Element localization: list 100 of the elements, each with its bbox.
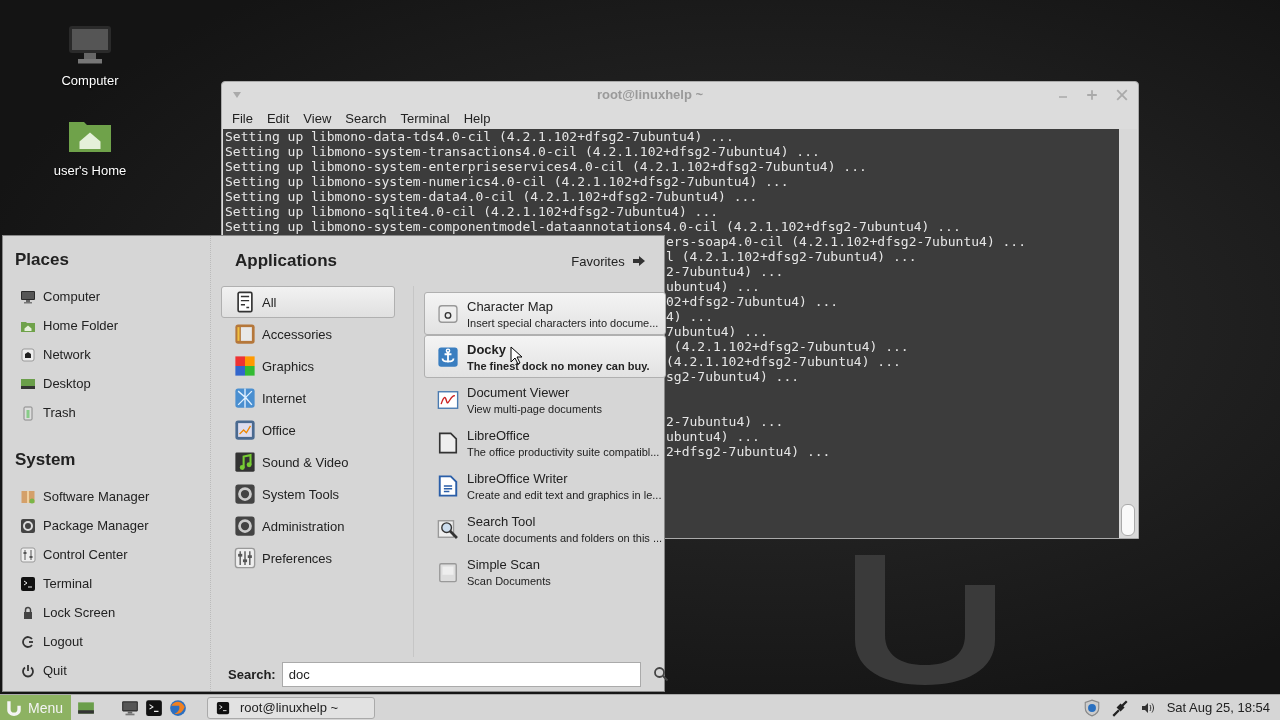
- category-item[interactable]: Preferences: [221, 542, 395, 574]
- app-description: Locate documents and folders on this ...: [467, 531, 663, 544]
- terminal-line: Setting up libmono-system-componentmodel-dataannotations4.0-cil (4.2.1.102+dfsg2-7ubuntu4) ...: [225, 219, 961, 234]
- page-icon: [437, 431, 459, 454]
- menu-item[interactable]: Help: [456, 108, 498, 128]
- menu-entry[interactable]: Home Folder: [15, 311, 185, 340]
- logo: [5, 698, 23, 717]
- category-item[interactable]: Sound & Video: [221, 446, 395, 478]
- scrollbar[interactable]: [1119, 129, 1137, 538]
- app-name: Docky: [467, 341, 507, 357]
- category-item[interactable]: Internet: [221, 382, 395, 414]
- logout-icon: [20, 633, 36, 650]
- application-item[interactable]: Search Tool Locate documents and folders on this ...: [424, 507, 666, 550]
- app-description: Insert special characters into docume...: [467, 316, 659, 329]
- menu-item[interactable]: Edit: [259, 108, 297, 128]
- terminal-line: l (4.2.1.102+dfsg2-7ubuntu4) ...: [666, 249, 917, 264]
- app-name: Simple Scan: [467, 556, 540, 572]
- terminal-line: Setting up libmono-system-transactions4.0-cil (4.2.1.102+dfsg2-7ubuntu4) ...: [225, 144, 820, 159]
- application-item[interactable]: LibreOffice Writer Create and edit text and graphics in le...: [424, 464, 666, 507]
- search-icon[interactable]: [652, 666, 669, 682]
- monitor-icon[interactable]: [121, 698, 140, 717]
- menu-entry[interactable]: Quit: [15, 656, 185, 685]
- menu-entry[interactable]: Computer: [15, 282, 185, 311]
- desktop-icon-label[interactable]: Computer: [61, 73, 119, 88]
- terminal-line: 7ubuntu4) ...: [666, 324, 768, 339]
- menu-item[interactable]: Terminal: [393, 108, 457, 128]
- clock[interactable]: Sat Aug 25, 18:54: [1166, 700, 1270, 715]
- text-document-icon: [437, 474, 459, 497]
- shield-icon[interactable]: [1082, 698, 1101, 717]
- menu-entry[interactable]: Logout: [15, 627, 185, 656]
- app-name: LibreOffice Writer: [467, 470, 568, 486]
- menu-entry[interactable]: Lock Screen: [15, 598, 185, 627]
- app-description: The finest dock no money can buy.: [467, 359, 650, 372]
- category-item[interactable]: Office: [221, 414, 395, 446]
- application-item[interactable]: Docky The finest dock no money can buy.: [424, 335, 666, 378]
- terminal-icon[interactable]: [145, 698, 164, 717]
- sliders-icon: [20, 546, 36, 563]
- chart-icon: [234, 419, 256, 441]
- menu-entry[interactable]: Desktop: [15, 369, 185, 398]
- terminal-line: Setting up libmono-data-tds4.0-cil (4.2.1.102+dfsg2-7ubuntu4) ...: [225, 129, 734, 144]
- search-label: Search:: [228, 666, 276, 682]
- terminal-line: Setting up libmono-system-enterpriseservices4.0-cil (4.2.1.102+dfsg2-7ubuntu4) ...: [225, 159, 867, 174]
- menu-entry[interactable]: Software Manager: [15, 482, 185, 511]
- network-icon: [20, 346, 36, 363]
- application-item[interactable]: Character Map Insert special characters into docume...: [424, 292, 666, 335]
- favorites-button[interactable]: Favorites: [567, 251, 649, 271]
- terminal-line: 2+dfsg2-7ubuntu4) ...: [666, 444, 831, 459]
- terminal-icon: [216, 700, 231, 715]
- keycap-icon: [437, 302, 459, 325]
- category-item[interactable]: All: [221, 286, 395, 318]
- terminal-line: Setting up libmono-sqlite4.0-cil (4.2.1.102+dfsg2-7ubuntu4) ...: [225, 204, 719, 219]
- app-description: Scan Documents: [467, 574, 551, 587]
- terminal-line: ubuntu4) ...: [666, 429, 760, 444]
- app-name: Document Viewer: [467, 384, 570, 400]
- scanner-icon: [437, 560, 459, 583]
- document-icon: [437, 388, 459, 411]
- app-description: The office productivity suite compatibl...: [467, 445, 660, 458]
- terminal-line: (4.2.1.102+dfsg2-7ubuntu4) ...: [666, 354, 901, 369]
- list-icon: [234, 291, 256, 313]
- window-title: root@linuxhelp ~: [595, 87, 705, 102]
- menu-entry[interactable]: Trash: [15, 398, 185, 427]
- terminal-line: ers-soap4.0-cil (4.2.1.102+dfsg2-7ubuntu4) ...: [666, 234, 1027, 249]
- app-name: Search Tool: [467, 513, 536, 529]
- power-icon: [20, 662, 36, 679]
- terminal-line: 4) ...: [666, 309, 713, 324]
- menu-entry[interactable]: Control Center: [15, 540, 185, 569]
- desktop-icon-label[interactable]: user's Home: [53, 163, 127, 178]
- category-item[interactable]: Graphics: [221, 350, 395, 382]
- menu-item[interactable]: File: [225, 108, 260, 128]
- section-heading: Applications: [235, 251, 337, 271]
- monitor-icon: [20, 288, 36, 305]
- color-grid-icon: [234, 355, 256, 377]
- menu-entry[interactable]: Network: [15, 340, 185, 369]
- app-description: Create and edit text and graphics in le...: [467, 488, 662, 501]
- section-heading: Places: [15, 250, 70, 270]
- terminal-line: Setting up libmono-system-data4.0-cil (4.2.1.102+dfsg2-7ubuntu4) ...: [225, 189, 758, 204]
- music-note-icon: [234, 451, 256, 473]
- menu-entry[interactable]: Package Manager: [15, 511, 185, 540]
- app-description: View multi-page documents: [467, 402, 602, 415]
- network-plug-icon[interactable]: [1110, 698, 1129, 717]
- application-item[interactable]: LibreOffice The office productivity suite compatibl...: [424, 421, 666, 464]
- category-item[interactable]: Administration: [221, 510, 395, 542]
- menu-item[interactable]: View: [296, 108, 339, 128]
- search-field[interactable]: doc: [281, 661, 641, 687]
- terminal-line: 2-7ubuntu4) ...: [666, 414, 784, 429]
- application-item[interactable]: Simple Scan Scan Documents: [424, 550, 666, 593]
- category-item[interactable]: Accessories: [221, 318, 395, 350]
- terminal-line: 02+dfsg2-7ubuntu4) ...: [666, 294, 839, 309]
- menu-entry[interactable]: Terminal: [15, 569, 185, 598]
- category-item[interactable]: System Tools: [221, 478, 395, 510]
- application-item[interactable]: Document Viewer View multi-page documents: [424, 378, 666, 421]
- terminal-line: ubuntu4) ...: [666, 279, 760, 294]
- menu-item[interactable]: Search: [338, 108, 394, 128]
- app-name: Character Map: [467, 298, 553, 314]
- terminal-line: sg2-7ubuntu4) ...: [666, 369, 800, 384]
- box-icon: [20, 488, 36, 505]
- window-button[interactable]: root@linuxhelp ~: [207, 696, 376, 719]
- sliders-icon: [234, 547, 256, 569]
- trash-icon: [20, 404, 36, 421]
- magnifier-icon: [437, 517, 459, 540]
